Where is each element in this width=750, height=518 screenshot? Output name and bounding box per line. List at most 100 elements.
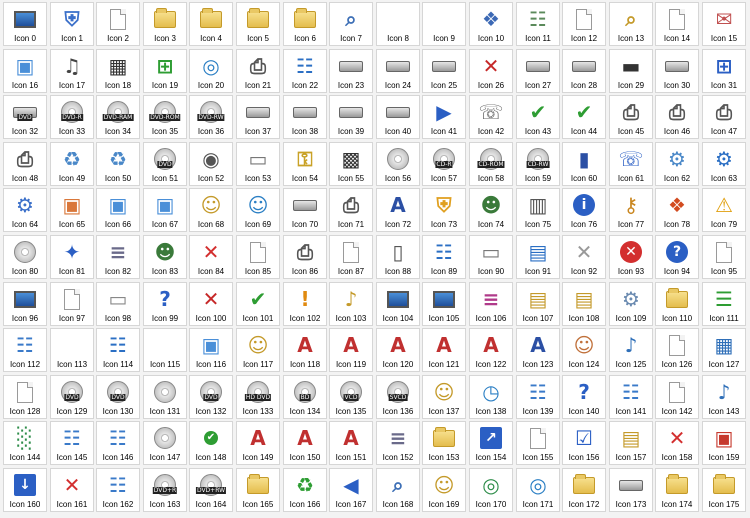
icon-tile[interactable]: DVD+R Icon 163 — [143, 468, 187, 512]
icon-tile[interactable]: ☏ Icon 61 — [609, 142, 653, 186]
icon-tile[interactable]: ☺ Icon 124 — [562, 328, 606, 372]
icon-tile[interactable]: ▣ Icon 159 — [702, 421, 746, 465]
icon-tile[interactable]: ✔ Icon 101 — [236, 282, 280, 326]
icon-tile[interactable]: ? Icon 99 — [143, 282, 187, 326]
icon-tile[interactable]: ↗ Icon 154 — [469, 421, 513, 465]
icon-tile[interactable]: Icon 95 — [702, 235, 746, 279]
icon-tile[interactable]: Icon 38 — [283, 95, 327, 139]
icon-tile[interactable]: Icon 165 — [236, 468, 280, 512]
icon-tile[interactable]: ✔ Icon 44 — [562, 95, 606, 139]
icon-tile[interactable]: ▤ Icon 108 — [562, 282, 606, 326]
icon-tile[interactable]: Icon 24 — [376, 49, 420, 93]
icon-tile[interactable]: ▣ Icon 16 — [3, 49, 47, 93]
icon-tile[interactable]: ▭ Icon 98 — [96, 282, 140, 326]
icon-tile[interactable]: ░ Icon 144 — [3, 421, 47, 465]
icon-tile[interactable]: ▭ Icon 90 — [469, 235, 513, 279]
icon-tile[interactable]: A Icon 123 — [516, 328, 560, 372]
icon-tile[interactable]: Icon 126 — [655, 328, 699, 372]
icon-tile[interactable]: ☷ Icon 146 — [96, 421, 140, 465]
icon-tile[interactable]: ⚙ Icon 62 — [655, 142, 699, 186]
icon-tile[interactable]: ▬ Icon 29 — [609, 49, 653, 93]
icon-tile[interactable]: ▤ Icon 107 — [516, 282, 560, 326]
icon-tile[interactable]: ✕ Icon 84 — [189, 235, 233, 279]
icon-tile[interactable]: Icon 85 — [236, 235, 280, 279]
icon-tile[interactable]: DVD-RAM Icon 34 — [96, 95, 140, 139]
icon-tile[interactable]: ≡ Icon 106 — [469, 282, 513, 326]
icon-tile[interactable]: ▥ Icon 75 — [516, 188, 560, 232]
icon-tile[interactable]: ☺ Icon 137 — [422, 375, 466, 419]
icon-tile[interactable]: ♫ Icon 17 — [50, 49, 94, 93]
icon-tile[interactable]: Icon 25 — [422, 49, 466, 93]
icon-tile[interactable]: A Icon 149 — [236, 421, 280, 465]
icon-tile[interactable]: Icon 37 — [236, 95, 280, 139]
icon-tile[interactable]: ☷ Icon 11 — [516, 2, 560, 46]
icon-tile[interactable]: ✕ Icon 26 — [469, 49, 513, 93]
icon-tile[interactable]: ⎙ Icon 71 — [329, 188, 373, 232]
icon-tile[interactable]: ⛨ Icon 73 — [422, 188, 466, 232]
icon-tile[interactable]: ▦ Icon 18 — [96, 49, 140, 93]
icon-tile[interactable]: Icon 40 — [376, 95, 420, 139]
icon-tile[interactable]: ≡ Icon 152 — [376, 421, 420, 465]
icon-tile[interactable]: ! Icon 102 — [283, 282, 327, 326]
icon-tile[interactable]: ⌕ Icon 13 — [609, 2, 653, 46]
icon-tile[interactable]: A Icon 72 — [376, 188, 420, 232]
icon-tile[interactable]: ♻ Icon 166 — [283, 468, 327, 512]
icon-tile[interactable]: Icon 3 — [143, 2, 187, 46]
icon-tile[interactable]: ☷ Icon 22 — [283, 49, 327, 93]
icon-tile[interactable]: ▣ Icon 65 — [50, 188, 94, 232]
icon-tile[interactable]: ▮ Icon 60 — [562, 142, 606, 186]
icon-tile[interactable]: ▩ Icon 55 — [329, 142, 373, 186]
icon-tile[interactable]: ♪ Icon 143 — [702, 375, 746, 419]
icon-tile[interactable]: Icon 8 — [376, 2, 420, 46]
icon-tile[interactable]: Icon 172 — [562, 468, 606, 512]
icon-tile[interactable]: ☺ Icon 117 — [236, 328, 280, 372]
icon-tile[interactable]: ✔ Icon 43 — [516, 95, 560, 139]
icon-tile[interactable]: Icon 80 — [3, 235, 47, 279]
icon-tile[interactable]: CD-R Icon 57 — [422, 142, 466, 186]
icon-tile[interactable]: ▤ Icon 91 — [516, 235, 560, 279]
icon-tile[interactable]: ☻ Icon 74 — [469, 188, 513, 232]
icon-tile[interactable]: ☺ Icon 68 — [189, 188, 233, 232]
icon-tile[interactable]: ◎ Icon 20 — [189, 49, 233, 93]
icon-tile[interactable]: ☏ Icon 42 — [469, 95, 513, 139]
icon-tile[interactable]: Icon 113 — [50, 328, 94, 372]
icon-tile[interactable]: BD Icon 134 — [283, 375, 327, 419]
icon-tile[interactable]: ▯ Icon 88 — [376, 235, 420, 279]
icon-tile[interactable]: Icon 142 — [655, 375, 699, 419]
icon-tile[interactable]: A Icon 119 — [329, 328, 373, 372]
icon-tile[interactable]: A Icon 120 — [376, 328, 420, 372]
icon-tile[interactable]: A Icon 118 — [283, 328, 327, 372]
icon-tile[interactable]: ▤ Icon 157 — [609, 421, 653, 465]
icon-tile[interactable]: ↓ Icon 160 — [3, 468, 47, 512]
icon-tile[interactable]: DVD Icon 129 — [50, 375, 94, 419]
icon-tile[interactable]: ⎙ Icon 45 — [609, 95, 653, 139]
icon-tile[interactable]: A Icon 122 — [469, 328, 513, 372]
icon-tile[interactable]: CD-RW Icon 59 — [516, 142, 560, 186]
icon-tile[interactable]: ◎ Icon 170 — [469, 468, 513, 512]
icon-tile[interactable]: Icon 153 — [422, 421, 466, 465]
icon-tile[interactable]: SVCD Icon 136 — [376, 375, 420, 419]
icon-tile[interactable]: ♻ Icon 49 — [50, 142, 94, 186]
icon-tile[interactable]: ⚠ Icon 79 — [702, 188, 746, 232]
icon-tile[interactable]: ▦ Icon 127 — [702, 328, 746, 372]
icon-tile[interactable]: ⚿ Icon 54 — [283, 142, 327, 186]
icon-tile[interactable]: ☷ Icon 139 — [516, 375, 560, 419]
icon-tile[interactable]: ◉ Icon 52 — [189, 142, 233, 186]
icon-tile[interactable]: ⎙ Icon 86 — [283, 235, 327, 279]
icon-tile[interactable]: Icon 155 — [516, 421, 560, 465]
icon-tile[interactable]: ♻ Icon 50 — [96, 142, 140, 186]
icon-tile[interactable]: ⎙ Icon 21 — [236, 49, 280, 93]
icon-tile[interactable]: DVD Icon 132 — [189, 375, 233, 419]
icon-tile[interactable]: Icon 9 — [422, 2, 466, 46]
icon-tile[interactable]: ▶ Icon 41 — [422, 95, 466, 139]
icon-tile[interactable]: ⎙ Icon 46 — [655, 95, 699, 139]
icon-tile[interactable]: ✔ Icon 148 — [189, 421, 233, 465]
icon-tile[interactable]: ❖ Icon 10 — [469, 2, 513, 46]
icon-tile[interactable]: Icon 110 — [655, 282, 699, 326]
icon-tile[interactable]: ✦ Icon 81 — [50, 235, 94, 279]
icon-tile[interactable]: ☷ Icon 114 — [96, 328, 140, 372]
icon-tile[interactable]: DVD-RW Icon 36 — [189, 95, 233, 139]
icon-tile[interactable]: ✕ Icon 158 — [655, 421, 699, 465]
icon-tile[interactable]: ▭ Icon 53 — [236, 142, 280, 186]
icon-tile[interactable]: Icon 27 — [516, 49, 560, 93]
